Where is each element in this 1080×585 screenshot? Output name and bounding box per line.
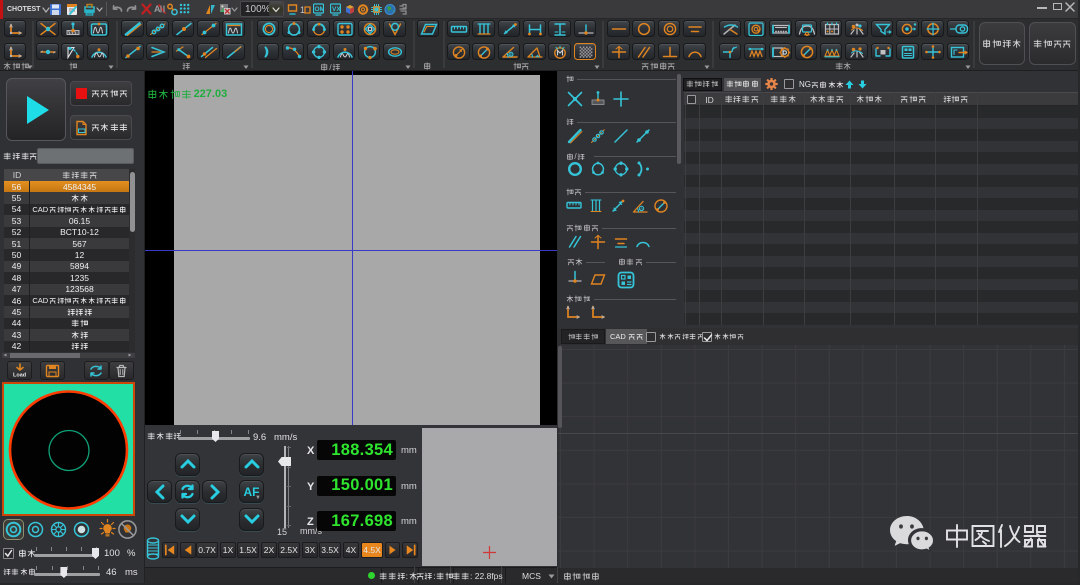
svg-text:Load: Load bbox=[13, 373, 26, 379]
svg-text:1: 1 bbox=[300, 5, 305, 15]
svg-text:OM: OM bbox=[315, 6, 325, 13]
svg-text:VX: VX bbox=[332, 6, 341, 13]
